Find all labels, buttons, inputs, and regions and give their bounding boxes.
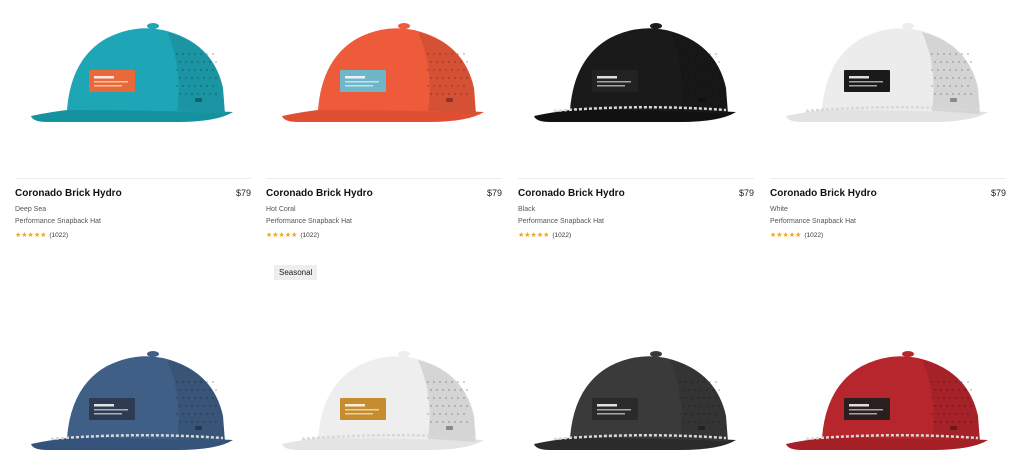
product-type: Performance Snapback Hat xyxy=(518,218,604,225)
rating: ★★★★★ (1022) xyxy=(770,231,824,240)
product-card[interactable]: Coronado Brick Hydro $79 Black Performan… xyxy=(518,0,754,239)
product-card[interactable] xyxy=(518,315,754,475)
rating: ★★★★★ (1022) xyxy=(518,231,572,240)
seasonal-badge: Seasonal xyxy=(274,265,318,280)
product-title[interactable]: Coronado Brick Hydro xyxy=(518,188,625,199)
product-image[interactable] xyxy=(266,315,502,475)
product-price: $79 xyxy=(235,188,251,198)
product-type: Performance Snapback Hat xyxy=(266,218,352,225)
product-price: $79 xyxy=(486,188,502,198)
rating: ★★★★★ (1022) xyxy=(15,231,69,240)
divider xyxy=(15,178,251,179)
star-icon: ★★★★★ xyxy=(15,232,47,239)
hat-image xyxy=(282,351,484,450)
product-card[interactable]: Coronado Brick Hydro $79 Hot Coral Perfo… xyxy=(266,0,502,239)
review-count: (1022) xyxy=(804,231,824,239)
product-card[interactable]: Coronado Brick Hydro $79 White Performan… xyxy=(770,0,1006,239)
product-color: Hot Coral xyxy=(266,206,296,213)
rating: ★★★★★ (1022) xyxy=(266,231,320,240)
product-image[interactable] xyxy=(770,315,1006,475)
hat-image xyxy=(282,23,484,122)
hat-image xyxy=(534,23,736,122)
product-card[interactable] xyxy=(15,315,251,475)
product-title[interactable]: Coronado Brick Hydro xyxy=(770,188,877,199)
hat-image xyxy=(31,351,233,450)
product-title[interactable]: Coronado Brick Hydro xyxy=(266,188,373,199)
product-color: White xyxy=(770,206,788,213)
hat-image xyxy=(31,23,233,122)
product-card[interactable] xyxy=(266,315,502,475)
product-image[interactable] xyxy=(266,0,502,165)
star-icon: ★★★★★ xyxy=(266,232,298,239)
product-image[interactable] xyxy=(15,0,251,165)
product-card[interactable]: Coronado Brick Hydro $79 Deep Sea Perfor… xyxy=(15,0,251,239)
star-icon: ★★★★★ xyxy=(770,232,802,239)
divider xyxy=(770,178,1006,179)
product-title[interactable]: Coronado Brick Hydro xyxy=(15,188,122,199)
product-image[interactable] xyxy=(518,0,754,165)
product-card[interactable] xyxy=(770,315,1006,475)
hat-image xyxy=(534,351,736,450)
review-count: (1022) xyxy=(300,231,320,239)
product-price: $79 xyxy=(738,188,754,198)
product-image[interactable] xyxy=(15,315,251,475)
hat-image xyxy=(786,351,988,450)
product-type: Performance Snapback Hat xyxy=(770,218,856,225)
star-icon: ★★★★★ xyxy=(518,232,550,239)
product-color: Deep Sea xyxy=(15,206,47,213)
divider xyxy=(266,178,502,179)
product-type: Performance Snapback Hat xyxy=(15,218,101,225)
hat-image xyxy=(786,23,988,122)
divider xyxy=(518,178,754,179)
product-image[interactable] xyxy=(770,0,1006,165)
review-count: (1022) xyxy=(49,231,69,239)
review-count: (1022) xyxy=(552,231,572,239)
product-color: Black xyxy=(518,206,536,213)
product-price: $79 xyxy=(990,188,1006,198)
product-image[interactable] xyxy=(518,315,754,475)
